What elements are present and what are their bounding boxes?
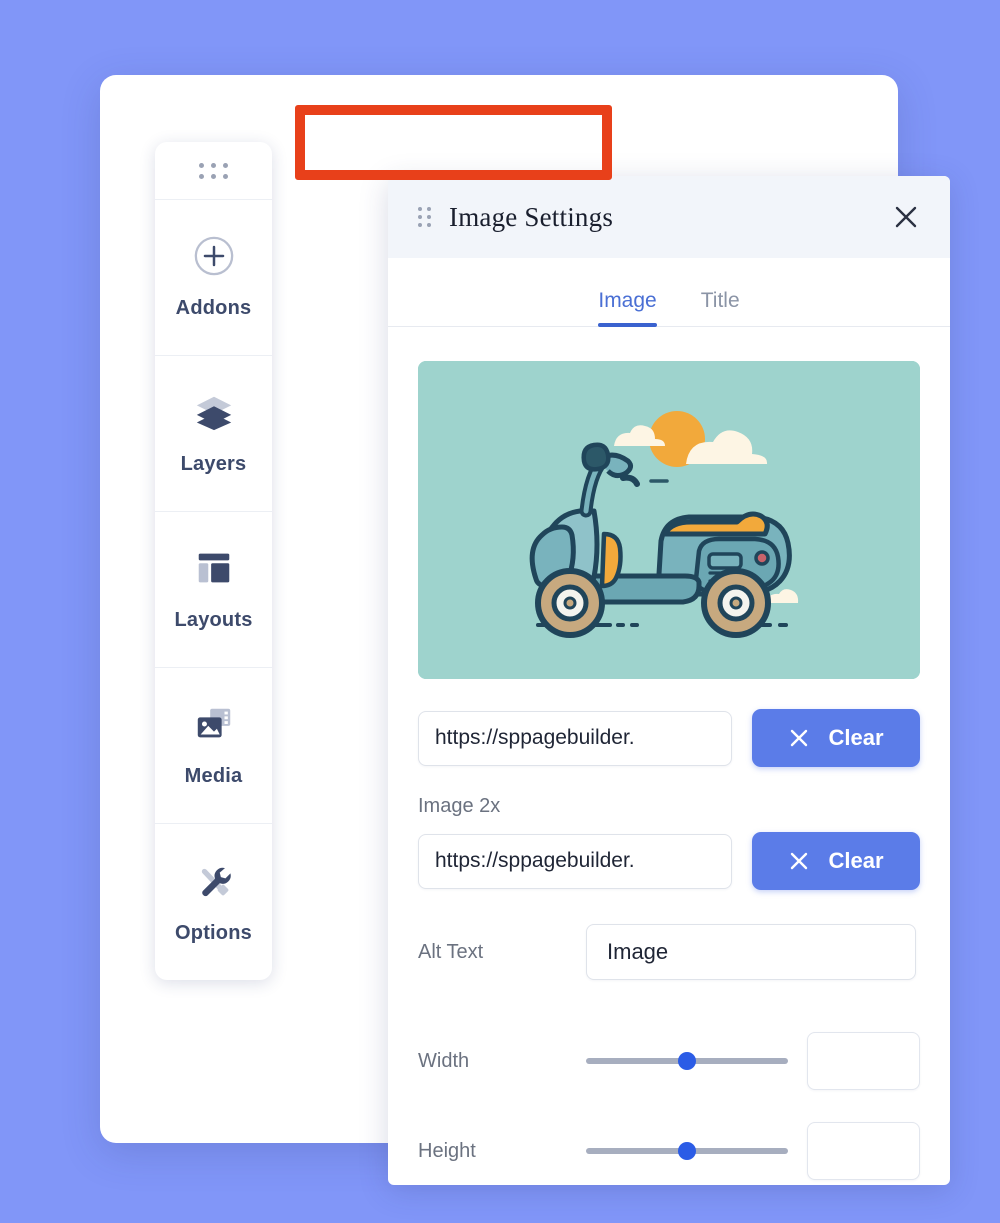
scooter-illustration [418, 361, 920, 679]
sidebar-item-label: Addons [175, 297, 252, 319]
tools-wrench-icon [201, 867, 231, 896]
image-2x-label: Image 2x [418, 795, 501, 817]
clear-button-label: Clear [828, 725, 884, 750]
sidebar-item-options[interactable]: Options [155, 824, 272, 980]
sidebar-item-layers[interactable]: Layers [155, 356, 272, 512]
sidebar-item-layouts[interactable]: Layouts [155, 512, 272, 668]
page-title: Image Settings [449, 201, 614, 232]
app-card: Addons Layers Layouts Media Options Imag… [100, 75, 950, 1185]
height-value-input[interactable] [807, 1122, 920, 1180]
close-icon [791, 852, 808, 870]
alt-text-input[interactable] [586, 924, 916, 980]
sidebar-item-label: Options [175, 921, 252, 944]
alt-text-label: Alt Text [418, 940, 484, 963]
media-image-icon [197, 708, 230, 738]
image-url-input[interactable] [418, 710, 732, 766]
width-slider[interactable] [586, 1050, 788, 1072]
modal-title-drag-area[interactable]: Image Settings [418, 202, 886, 233]
close-button[interactable] [886, 197, 926, 237]
image-2x-input[interactable] [418, 833, 732, 889]
modal-header: Image Settings [388, 176, 950, 258]
sidebar-item-label: Media [184, 765, 243, 787]
close-icon [791, 729, 808, 747]
layout-panel-icon [198, 553, 229, 583]
modal-body: Clear Image 2x Clear Alt Text [388, 327, 950, 1180]
image-url-row: Clear [418, 709, 920, 767]
sidebar-item-label: Layouts [174, 609, 253, 631]
width-value-input[interactable] [807, 1032, 920, 1090]
drag-dots-icon [199, 162, 228, 179]
drag-dots-icon [418, 207, 431, 227]
tab-title[interactable]: Title [701, 289, 740, 326]
height-row: Height [418, 1122, 920, 1180]
close-icon [895, 206, 917, 228]
sidebar: Addons Layers Layouts Media Options [155, 142, 272, 980]
modal-tabs: Image Title [388, 258, 950, 327]
image-preview[interactable] [418, 361, 920, 679]
plus-circle-icon [194, 236, 233, 276]
layers-stack-icon [196, 396, 231, 431]
width-row: Width [418, 1032, 920, 1090]
width-label: Width [418, 1049, 470, 1072]
width-slider-thumb[interactable] [678, 1052, 696, 1070]
sidebar-drag-handle[interactable] [155, 142, 272, 200]
clear-image-2x-button[interactable]: Clear [752, 832, 920, 890]
image-2x-row: Clear [418, 832, 920, 890]
clear-button-label: Clear [828, 848, 884, 873]
alt-text-row: Alt Text [418, 924, 920, 980]
height-slider-thumb[interactable] [678, 1142, 696, 1160]
sidebar-item-label: Layers [180, 453, 247, 475]
tab-image[interactable]: Image [598, 289, 658, 327]
clear-image-url-button[interactable]: Clear [752, 709, 920, 767]
sidebar-item-media[interactable]: Media [155, 668, 272, 824]
height-label: Height [418, 1139, 476, 1162]
image-settings-modal: Image Settings Image Title https://sppag… [388, 176, 950, 1185]
height-slider[interactable] [586, 1140, 788, 1162]
sidebar-item-addons[interactable]: Addons [155, 200, 272, 356]
